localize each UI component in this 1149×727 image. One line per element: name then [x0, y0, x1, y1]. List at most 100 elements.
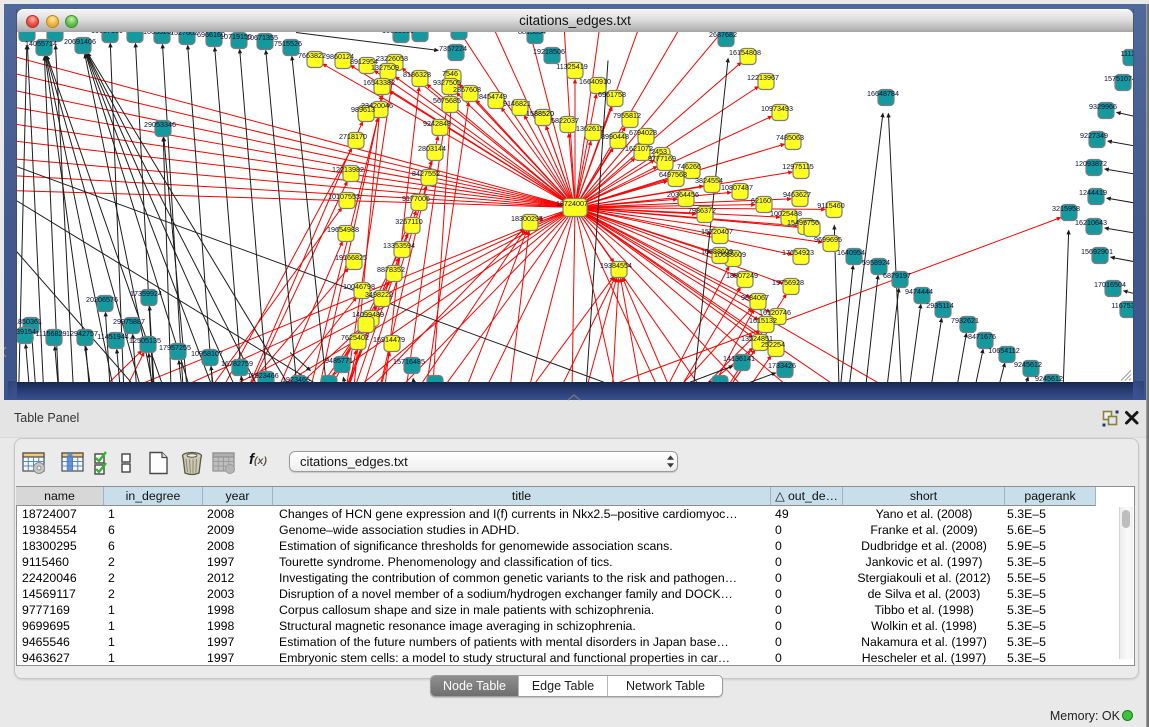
- svg-text:5675685: 5675685: [433, 96, 461, 105]
- svg-text:23226058: 23226058: [376, 54, 408, 63]
- svg-text:252254: 252254: [761, 340, 785, 349]
- svg-text:2718170: 2718170: [339, 132, 367, 141]
- svg-text:12213967: 12213967: [747, 73, 779, 82]
- svg-text:10688609: 10688609: [701, 247, 733, 256]
- svg-text:11451944: 11451944: [97, 332, 128, 341]
- svg-text:7932621: 7932621: [951, 316, 979, 325]
- svg-text:1588520: 1588520: [526, 109, 554, 118]
- svg-text:7986372: 7986372: [688, 206, 716, 215]
- svg-text:9245612: 9245612: [1035, 374, 1063, 382]
- svg-text:1640954: 1640954: [837, 248, 865, 257]
- svg-text:7625402: 7625402: [341, 333, 369, 342]
- svg-text:18724007: 18724007: [556, 199, 588, 208]
- svg-text:8186328: 8186328: [403, 70, 431, 79]
- svg-text:11156829: 11156829: [36, 329, 67, 338]
- svg-text:10973493: 10973493: [761, 104, 793, 113]
- svg-text:15751074: 15751074: [1104, 74, 1133, 83]
- svg-text:1733426: 1733426: [768, 361, 796, 370]
- svg-text:14099489: 14099489: [352, 310, 384, 319]
- svg-text:5958924: 5958924: [862, 258, 890, 267]
- svg-text:9699695: 9699695: [814, 235, 842, 244]
- svg-text:17359924: 17359924: [130, 289, 162, 298]
- svg-text:11923466: 11923466: [247, 371, 278, 380]
- svg-text:7663822: 7663822: [298, 51, 326, 60]
- svg-text:16914479: 16914479: [373, 335, 405, 344]
- svg-text:9684067: 9684067: [741, 293, 769, 302]
- svg-text:12975115: 12975115: [782, 162, 813, 171]
- svg-text:1621072: 1621072: [625, 144, 653, 153]
- svg-text:15720407: 15720407: [701, 227, 733, 236]
- svg-text:12213982: 12213982: [332, 165, 364, 174]
- svg-text:10807487: 10807487: [721, 183, 753, 192]
- svg-text:2935114: 2935114: [926, 301, 953, 310]
- svg-text:1244419: 1244419: [1079, 188, 1107, 197]
- svg-text:10654112: 10654112: [988, 346, 1019, 355]
- svg-text:1850361: 1850361: [17, 317, 42, 326]
- svg-text:7515526: 7515526: [274, 39, 302, 48]
- svg-text:19384554: 19384554: [600, 261, 632, 270]
- svg-text:8878352: 8878352: [377, 265, 405, 274]
- svg-text:1615132: 1615132: [749, 316, 777, 325]
- svg-text:19166825: 19166825: [335, 253, 367, 262]
- svg-text:6794028: 6794028: [629, 128, 657, 137]
- svg-text:12505135: 12505135: [129, 336, 161, 345]
- svg-text:2687682: 2687682: [709, 32, 737, 39]
- svg-text:1527602: 1527602: [170, 32, 198, 37]
- svg-text:1939154: 1939154: [17, 327, 36, 336]
- svg-text:6879197: 6879197: [883, 271, 911, 280]
- svg-text:15692901: 15692901: [1081, 247, 1113, 256]
- svg-text:11325419: 11325419: [556, 62, 587, 71]
- svg-text:9463627: 9463627: [783, 190, 811, 199]
- svg-text:12942757: 12942757: [66, 329, 98, 338]
- svg-text:17654923: 17654923: [782, 248, 814, 257]
- svg-text:9146821: 9146821: [503, 99, 531, 108]
- svg-text:8427552: 8427552: [412, 169, 440, 178]
- svg-text:2803144: 2803144: [418, 144, 446, 153]
- svg-text:16648784: 16648784: [867, 89, 899, 98]
- svg-text:9227349: 9227349: [1080, 131, 1108, 140]
- svg-text:9474444: 9474444: [905, 287, 933, 296]
- svg-text:1327509: 1327509: [371, 63, 399, 72]
- svg-text:18807249: 18807249: [726, 271, 758, 280]
- svg-text:3498222: 3498222: [365, 290, 393, 299]
- svg-text:3267110: 3267110: [395, 217, 422, 226]
- svg-text:3215958: 3215958: [1052, 204, 1080, 213]
- svg-text:2867608: 2867608: [453, 85, 481, 94]
- svg-text:9242848: 9242848: [423, 119, 451, 128]
- svg-text:7485063: 7485063: [776, 133, 804, 142]
- svg-text:18300295: 18300295: [511, 214, 543, 223]
- svg-text:7955812: 7955812: [613, 111, 641, 120]
- svg-text:9245612: 9245612: [1014, 360, 1042, 369]
- svg-text:15495756: 15495756: [787, 218, 819, 227]
- svg-text:10107553: 10107553: [328, 192, 360, 201]
- svg-text:989613: 989613: [351, 105, 375, 114]
- svg-text:10025488: 10025488: [770, 209, 802, 218]
- svg-text:62160: 62160: [751, 196, 771, 205]
- svg-text:19218506: 19218506: [533, 47, 565, 56]
- svg-text:6961758: 6961758: [598, 90, 626, 99]
- svg-text:10958107: 10958107: [191, 349, 223, 358]
- svg-text:29975887: 29975887: [113, 317, 145, 326]
- svg-text:5822037: 5822037: [551, 116, 579, 125]
- svg-text:1167533: 1167533: [1111, 301, 1133, 310]
- svg-text:1923466: 1923466: [282, 375, 310, 382]
- svg-text:8471676: 8471676: [968, 332, 996, 341]
- svg-text:6497568: 6497568: [659, 170, 687, 179]
- svg-text:16640910: 16640910: [579, 77, 611, 86]
- svg-text:8990448: 8990448: [601, 132, 629, 141]
- svg-text:20206576: 20206576: [86, 295, 118, 304]
- svg-text:19756928: 19756928: [772, 278, 804, 287]
- svg-text:16210643: 16210643: [1075, 218, 1107, 227]
- svg-text:13353594: 13353594: [383, 241, 415, 250]
- svg-text:1112: 1112: [1121, 49, 1133, 58]
- svg-text:8813054: 8813054: [518, 32, 546, 36]
- svg-text:17016504: 17016504: [1094, 280, 1126, 289]
- svg-text:7546: 7546: [442, 69, 458, 78]
- svg-text:20364456: 20364456: [667, 190, 699, 199]
- svg-text:17957255: 17957255: [159, 343, 191, 352]
- svg-text:9115460: 9115460: [817, 201, 844, 210]
- svg-text:29053346: 29053346: [144, 120, 176, 129]
- svg-text:14055714: 14055714: [25, 39, 57, 48]
- svg-text:3824554: 3824554: [695, 176, 723, 185]
- svg-text:16782759: 16782759: [221, 359, 253, 368]
